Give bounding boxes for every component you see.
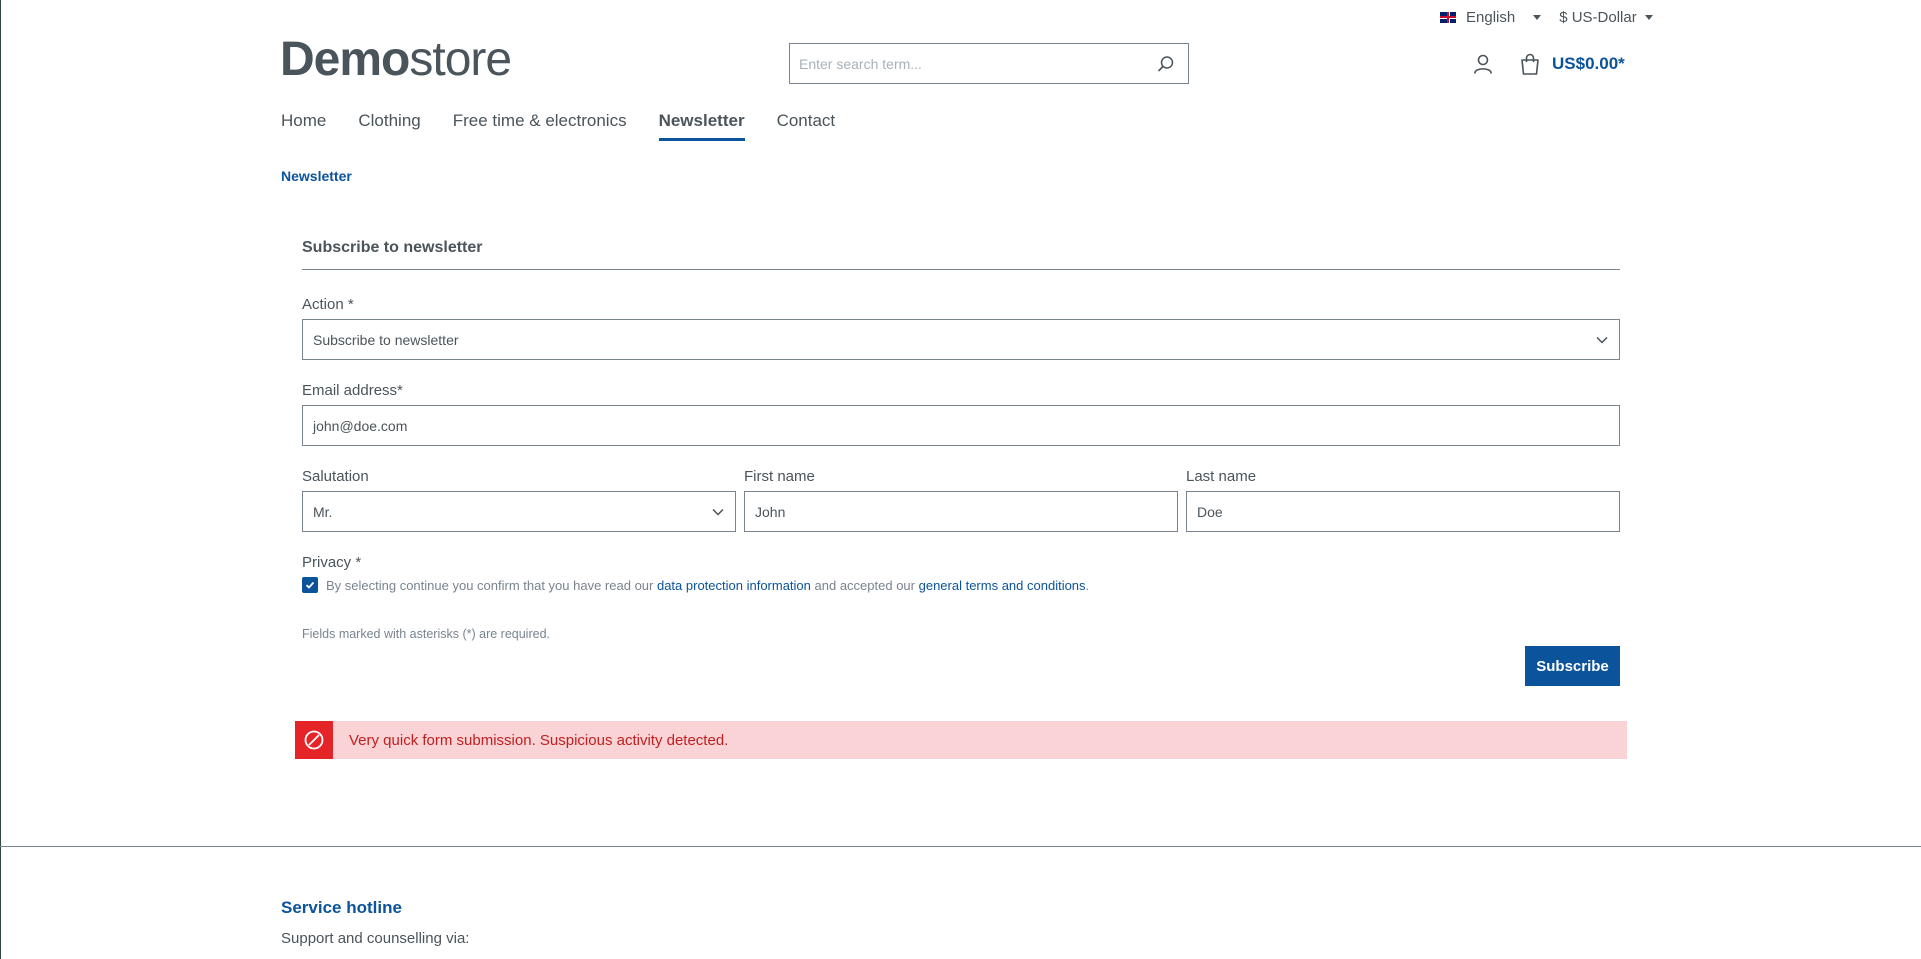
first-name-field[interactable]: John <box>744 491 1178 532</box>
chevron-down-icon <box>1533 14 1542 20</box>
footer-title: Service hotline <box>281 898 402 917</box>
footer-text: Support and counselling via: <box>281 930 470 947</box>
cart-button[interactable]: US$0.00* <box>1518 52 1625 76</box>
action-value: Subscribe to newsletter <box>313 331 459 348</box>
salutation-value: Mr. <box>313 503 333 520</box>
nav-item-free-time-electronics[interactable]: Free time & electronics <box>453 111 627 141</box>
search-icon <box>1158 55 1174 71</box>
action-label: Action * <box>302 296 354 313</box>
first-name-value: John <box>755 503 786 520</box>
error-alert: Very quick form submission. Suspicious a… <box>295 721 1627 759</box>
email-value: john@doe.com <box>313 417 408 434</box>
required-fields-note: Fields marked with asterisks (*) are req… <box>302 627 550 641</box>
privacy-checkbox[interactable] <box>302 577 318 593</box>
footer-divider <box>0 846 1921 847</box>
user-icon <box>1474 54 1492 74</box>
search-input[interactable] <box>790 44 1144 83</box>
first-name-label: First name <box>744 468 815 485</box>
logo-bold: Demo <box>280 33 410 86</box>
email-field[interactable]: john@doe.com <box>302 405 1620 446</box>
terms-link[interactable]: general terms and conditions <box>919 578 1086 593</box>
window-edge <box>0 0 1 959</box>
language-selector[interactable]: English <box>1440 8 1542 26</box>
nav-item-contact[interactable]: Contact <box>777 111 836 141</box>
privacy-label: Privacy * <box>302 554 362 571</box>
salutation-label: Salutation <box>302 468 369 485</box>
privacy-text: By selecting continue you confirm that y… <box>326 577 1090 593</box>
chevron-down-icon <box>1644 15 1653 21</box>
currency-label: $ US-Dollar <box>1559 8 1637 26</box>
shopping-bag-icon <box>1521 53 1539 75</box>
language-label: English <box>1466 8 1516 26</box>
action-select[interactable]: Subscribe to newsletter <box>302 319 1620 360</box>
form-title: Subscribe to newsletter <box>302 239 1620 270</box>
checkmark-icon <box>305 581 315 589</box>
last-name-field[interactable]: Doe <box>1186 491 1620 532</box>
newsletter-form: Subscribe to newsletter Action * Subscri… <box>302 239 1620 686</box>
nav-item-newsletter[interactable]: Newsletter <box>658 111 745 141</box>
data-protection-link[interactable]: data protection information <box>657 578 811 593</box>
main-navigation: Home Clothing Free time & electronics Ne… <box>281 111 835 141</box>
top-bar: English $ US-Dollar <box>1440 6 1653 28</box>
logo-light: store <box>409 33 512 86</box>
search-button[interactable] <box>1144 44 1188 83</box>
nav-item-home[interactable]: Home <box>281 111 326 141</box>
nav-item-clothing[interactable]: Clothing <box>358 111 420 141</box>
last-name-value: Doe <box>1197 503 1223 520</box>
currency-selector[interactable]: $ US-Dollar <box>1559 9 1653 26</box>
chevron-down-icon <box>1596 336 1608 344</box>
breadcrumb[interactable]: Newsletter <box>281 168 352 184</box>
cart-total: US$0.00* <box>1552 54 1625 73</box>
salutation-select[interactable]: Mr. <box>302 491 736 532</box>
chevron-down-icon <box>712 508 724 516</box>
search-bar <box>789 43 1189 84</box>
blocked-icon <box>295 721 333 759</box>
privacy-consent: By selecting continue you confirm that y… <box>302 577 1620 593</box>
alert-message: Very quick form submission. Suspicious a… <box>349 731 729 749</box>
uk-flag-icon <box>1440 11 1456 23</box>
store-logo[interactable]: Demostore <box>280 33 512 86</box>
account-button[interactable] <box>1471 52 1495 76</box>
email-label: Email address* <box>302 382 403 399</box>
last-name-label: Last name <box>1186 468 1257 485</box>
subscribe-button[interactable]: Subscribe <box>1525 646 1620 686</box>
